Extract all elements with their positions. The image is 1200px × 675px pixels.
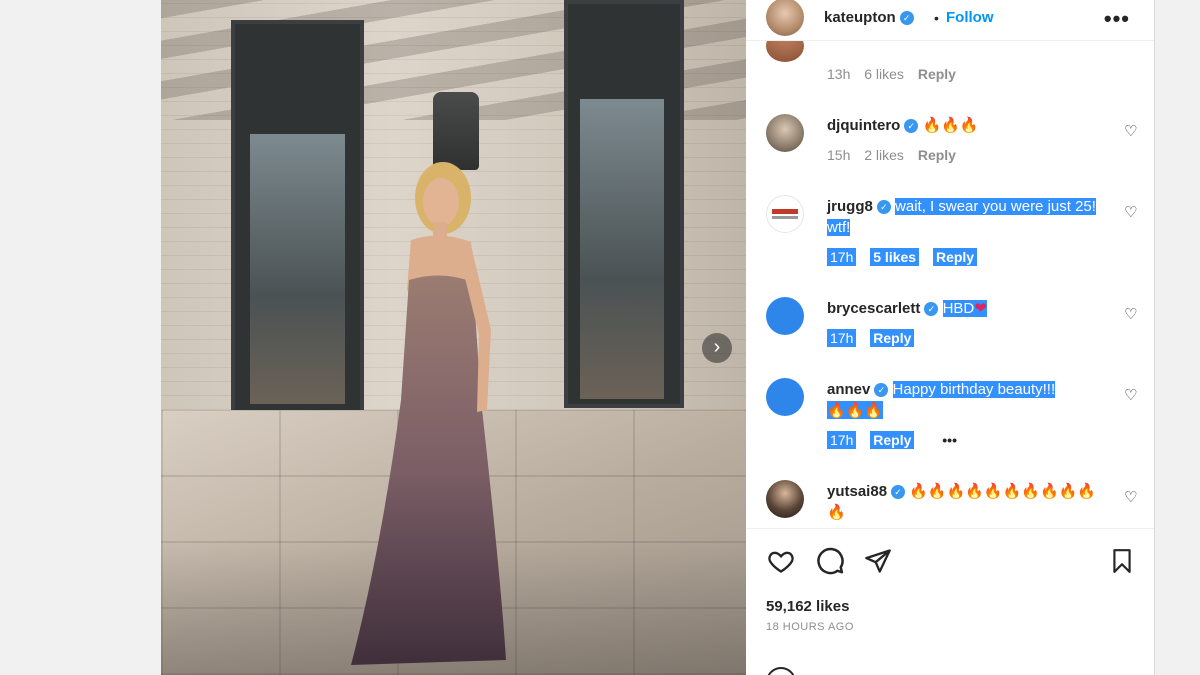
- chevron-right-icon: ›: [713, 336, 721, 358]
- verified-icon: ✓: [899, 11, 914, 25]
- emoji-icon[interactable]: [766, 667, 796, 675]
- post-sidebar: kateupton ✓ • Follow ••• 13h 6 likes Repl…: [746, 0, 1155, 675]
- follow-button[interactable]: Follow: [946, 9, 994, 26]
- post-actions: 59,162 likes 18 HOURS AGO: [746, 528, 1154, 675]
- comment-meta: 17h Reply: [827, 329, 924, 347]
- reply-button[interactable]: Reply: [932, 248, 978, 266]
- comment-body: 🔥🔥🔥🔥🔥🔥🔥🔥🔥🔥: [909, 482, 1096, 500]
- comment-text: jrugg8 ✓ wait, I swear you were just 25! …: [827, 196, 1117, 238]
- comment-time: 15h: [827, 147, 851, 163]
- comment-username[interactable]: annev: [827, 381, 870, 398]
- likes-count[interactable]: 59,162 likes: [766, 598, 849, 615]
- bookmark-icon[interactable]: [1109, 547, 1135, 575]
- comment-text: djquintero ✓ 🔥🔥🔥: [827, 115, 1117, 136]
- comment-username[interactable]: brycescarlett: [827, 300, 920, 317]
- comment-avatar[interactable]: [766, 297, 804, 335]
- photo-door-right: [564, 0, 684, 408]
- heart-icon[interactable]: ♡: [1124, 205, 1138, 220]
- photo-figure: [351, 162, 506, 665]
- comment-icon[interactable]: [815, 546, 845, 576]
- comment-meta: 15h 2 likes Reply: [827, 147, 966, 163]
- comment-body: 🔥🔥🔥: [922, 116, 979, 134]
- verified-icon: ✓: [891, 485, 906, 499]
- comment-text: yutsai88 ✓ 🔥🔥🔥🔥🔥🔥🔥🔥🔥🔥 🔥: [827, 481, 1117, 523]
- reply-button[interactable]: Reply: [870, 329, 915, 347]
- comment-avatar[interactable]: [766, 114, 804, 152]
- post-photo[interactable]: [161, 0, 746, 675]
- author-username[interactable]: kateupton ✓: [824, 9, 914, 26]
- verified-icon: ✓: [904, 119, 919, 133]
- comment-avatar[interactable]: [766, 195, 804, 233]
- separator-dot: •: [934, 10, 939, 26]
- post-header: kateupton ✓ • Follow •••: [746, 0, 1154, 41]
- comment-text: annev ✓ Happy birthday beauty!!! 🔥🔥🔥: [827, 379, 1117, 421]
- comment-username[interactable]: yutsai88: [827, 483, 887, 500]
- share-icon[interactable]: [863, 547, 893, 575]
- comment-avatar[interactable]: [766, 378, 804, 416]
- more-options-icon[interactable]: •••: [1104, 6, 1130, 32]
- reply-button[interactable]: Reply: [870, 431, 915, 449]
- post-time[interactable]: 18 HOURS AGO: [766, 621, 854, 633]
- comment-likes[interactable]: 2 likes: [864, 147, 904, 163]
- heart-icon[interactable]: ♡: [1124, 307, 1138, 322]
- comment-time: 17h: [827, 248, 857, 266]
- comment-body: HBD: [942, 300, 975, 317]
- comment-body-emoji: 🔥: [827, 503, 846, 521]
- comment-likes[interactable]: 5 likes: [870, 248, 920, 266]
- reply-button[interactable]: Reply: [918, 66, 956, 82]
- verified-icon: ✓: [876, 200, 891, 214]
- verified-icon: ✓: [874, 383, 889, 397]
- comment-avatar[interactable]: [766, 480, 804, 518]
- like-heart-icon[interactable]: [766, 547, 796, 575]
- comment-meta: 17h Reply •••: [827, 431, 967, 449]
- red-heart-icon: ❤: [974, 300, 987, 317]
- comment-body-emoji: 🔥🔥🔥: [827, 401, 884, 419]
- comment-time: 13h: [827, 66, 851, 82]
- comment-username[interactable]: jrugg8: [827, 198, 873, 215]
- comment-username[interactable]: djquintero: [827, 117, 900, 134]
- comment-text: brycescarlett ✓ HBD❤: [827, 298, 1117, 319]
- heart-icon[interactable]: ♡: [1124, 490, 1138, 505]
- author-name[interactable]: kateupton: [824, 9, 896, 26]
- verified-icon: ✓: [924, 302, 939, 316]
- comment-body: Happy birthday beauty!!!: [892, 381, 1056, 398]
- next-image-button[interactable]: ›: [702, 333, 732, 363]
- comment-time: 17h: [827, 431, 857, 449]
- comment-meta: 17h 5 likes Reply: [827, 248, 987, 266]
- comment-meta: 13h 6 likes Reply: [827, 66, 966, 82]
- author-avatar[interactable]: [766, 0, 804, 36]
- comment-options-icon[interactable]: •••: [942, 432, 957, 448]
- heart-icon[interactable]: ♡: [1124, 388, 1138, 403]
- comment-time: 17h: [827, 329, 857, 347]
- reply-button[interactable]: Reply: [918, 147, 956, 163]
- heart-icon[interactable]: ♡: [1124, 124, 1138, 139]
- comment-likes[interactable]: 6 likes: [864, 66, 904, 82]
